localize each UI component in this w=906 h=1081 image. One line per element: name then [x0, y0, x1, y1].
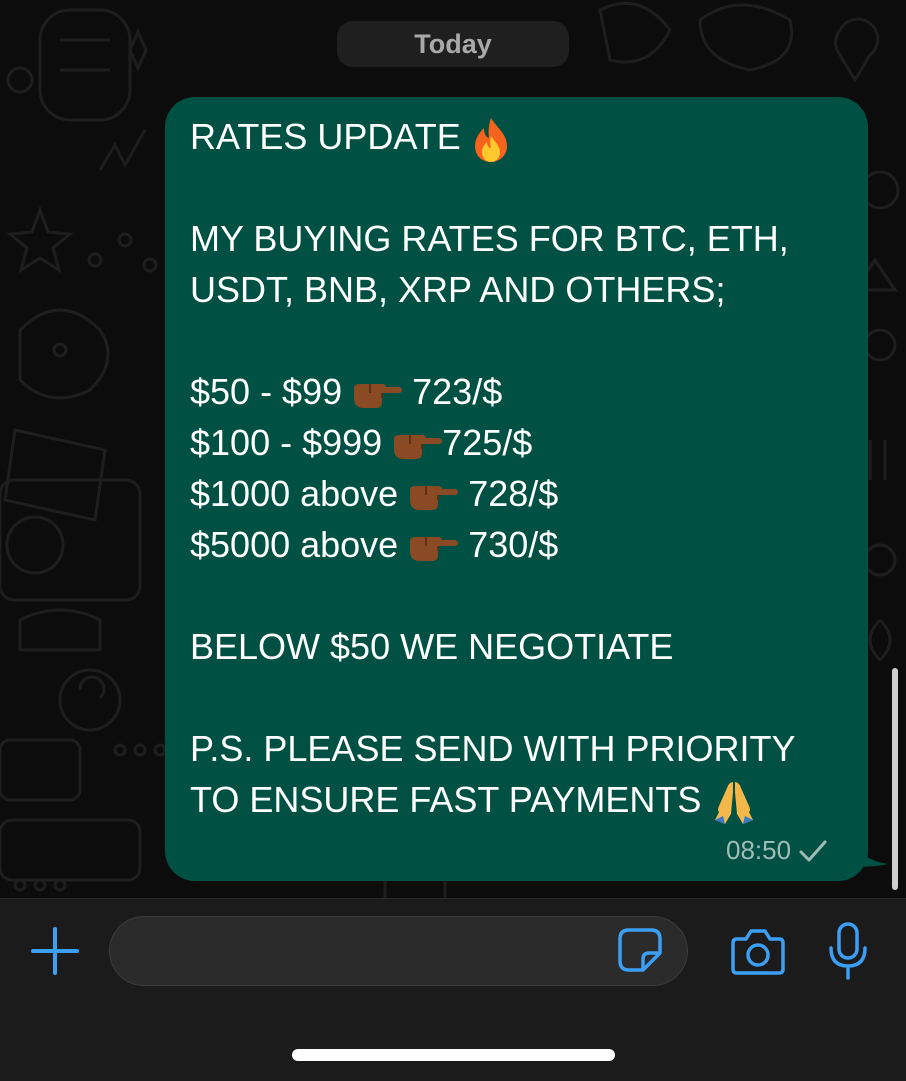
- message-meta: 08:50: [726, 835, 829, 866]
- pointing-right-emoji: [410, 486, 459, 511]
- fire-emoji: [474, 118, 507, 163]
- plus-icon[interactable]: [30, 926, 80, 976]
- pointing-right-emoji: [394, 435, 443, 460]
- microphone-icon[interactable]: [828, 922, 868, 980]
- sent-check-icon: [799, 840, 827, 861]
- rate-line: $50 - $99 723/$: [190, 371, 503, 412]
- message-input[interactable]: [109, 916, 688, 986]
- rate-line: $5000 above 730/$: [190, 524, 559, 565]
- rate-line: $100 - $999 725/$: [190, 422, 533, 463]
- date-separator-label: Today: [414, 28, 492, 59]
- pointing-right-emoji: [410, 537, 459, 562]
- camera-icon[interactable]: [731, 927, 785, 975]
- message-line: P.S. PLEASE SEND WITH PRIORITY: [190, 728, 796, 769]
- message-time: 08:50: [726, 835, 792, 865]
- message-line: RATES UPDATE: [190, 115, 511, 163]
- sticker-icon[interactable]: [617, 927, 663, 973]
- message-line: TO ENSURE FAST PAYMENTS: [190, 778, 757, 825]
- scrollbar[interactable]: [892, 668, 898, 890]
- message-line: MY BUYING RATES FOR BTC, ETH,: [190, 218, 789, 259]
- pointing-right-emoji: [354, 384, 403, 409]
- message-line: BELOW $50 WE NEGOTIATE: [190, 626, 674, 667]
- rate-line: $1000 above 728/$: [190, 473, 559, 514]
- chat-area[interactable]: Today RATES UPDATE MY BUYING RATES FOR B…: [0, 0, 906, 898]
- date-separator: Today: [337, 21, 569, 67]
- folded-hands-emoji: [715, 782, 754, 825]
- home-indicator[interactable]: [292, 1049, 615, 1061]
- message-line: USDT, BNB, XRP AND OTHERS;: [190, 269, 726, 310]
